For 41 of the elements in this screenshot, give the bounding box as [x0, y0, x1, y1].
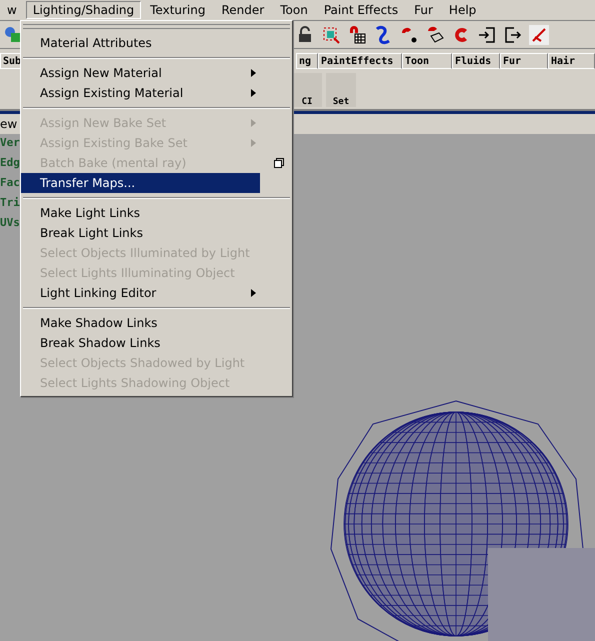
shelf-button[interactable]: Set: [326, 73, 356, 107]
menu-item[interactable]: Make Shadow Links: [21, 313, 292, 333]
submenu-arrow-icon: [251, 119, 256, 127]
shelf-tab[interactable]: Hair: [548, 53, 595, 69]
submenu-arrow-icon: [251, 69, 256, 77]
menu-title[interactable]: Paint Effects: [316, 1, 406, 19]
shelf-tab[interactable]: Fluids: [452, 53, 500, 69]
select-icon[interactable]: [3, 24, 23, 44]
shelf-tab[interactable]: PaintEffects: [318, 53, 402, 69]
surface-magnet-icon[interactable]: [425, 24, 445, 44]
menu-item[interactable]: Material Attributes: [21, 33, 292, 53]
submenu-arrow-icon: [251, 289, 256, 297]
menu-title[interactable]: Render: [214, 1, 272, 19]
curve-magnet-icon[interactable]: [373, 24, 393, 44]
heads-up-label: UVs: [0, 216, 20, 230]
shelf-tab[interactable]: ng: [296, 53, 318, 69]
menu-item[interactable]: Assign Existing Material: [21, 83, 292, 103]
menu-title[interactable]: Toon: [273, 1, 315, 19]
shelf-tab[interactable]: Fur: [500, 53, 548, 69]
output-icon[interactable]: [503, 24, 523, 44]
menu-item[interactable]: Light Linking Editor: [21, 283, 292, 303]
submenu-arrow-icon: [251, 139, 256, 147]
menu-item[interactable]: Break Shadow Links: [21, 333, 292, 353]
heads-up-label: Tri: [0, 196, 20, 210]
grid-magnet-icon[interactable]: [347, 24, 367, 44]
menu-title[interactable]: w: [0, 1, 24, 19]
menu-title[interactable]: Texturing: [143, 1, 212, 19]
menu-title[interactable]: Lighting/Shading: [26, 1, 142, 19]
input-icon[interactable]: [477, 24, 497, 44]
heads-up-label: Ver: [0, 136, 20, 150]
select-box-icon[interactable]: [321, 24, 341, 44]
heads-up-label: Edg: [0, 156, 20, 170]
submenu-arrow-icon: [251, 89, 256, 97]
shelf-button[interactable]: CI: [292, 73, 322, 107]
shelf-tab[interactable]: Toon: [402, 53, 452, 69]
menu-title[interactable]: Fur: [407, 1, 440, 19]
panel-menu[interactable]: ew: [0, 117, 18, 131]
menu-title[interactable]: Help: [442, 1, 484, 19]
menu-item[interactable]: Break Light Links: [21, 223, 292, 243]
menu-item[interactable]: Make Light Links: [21, 203, 292, 223]
heads-up-label: Fac: [0, 176, 20, 190]
